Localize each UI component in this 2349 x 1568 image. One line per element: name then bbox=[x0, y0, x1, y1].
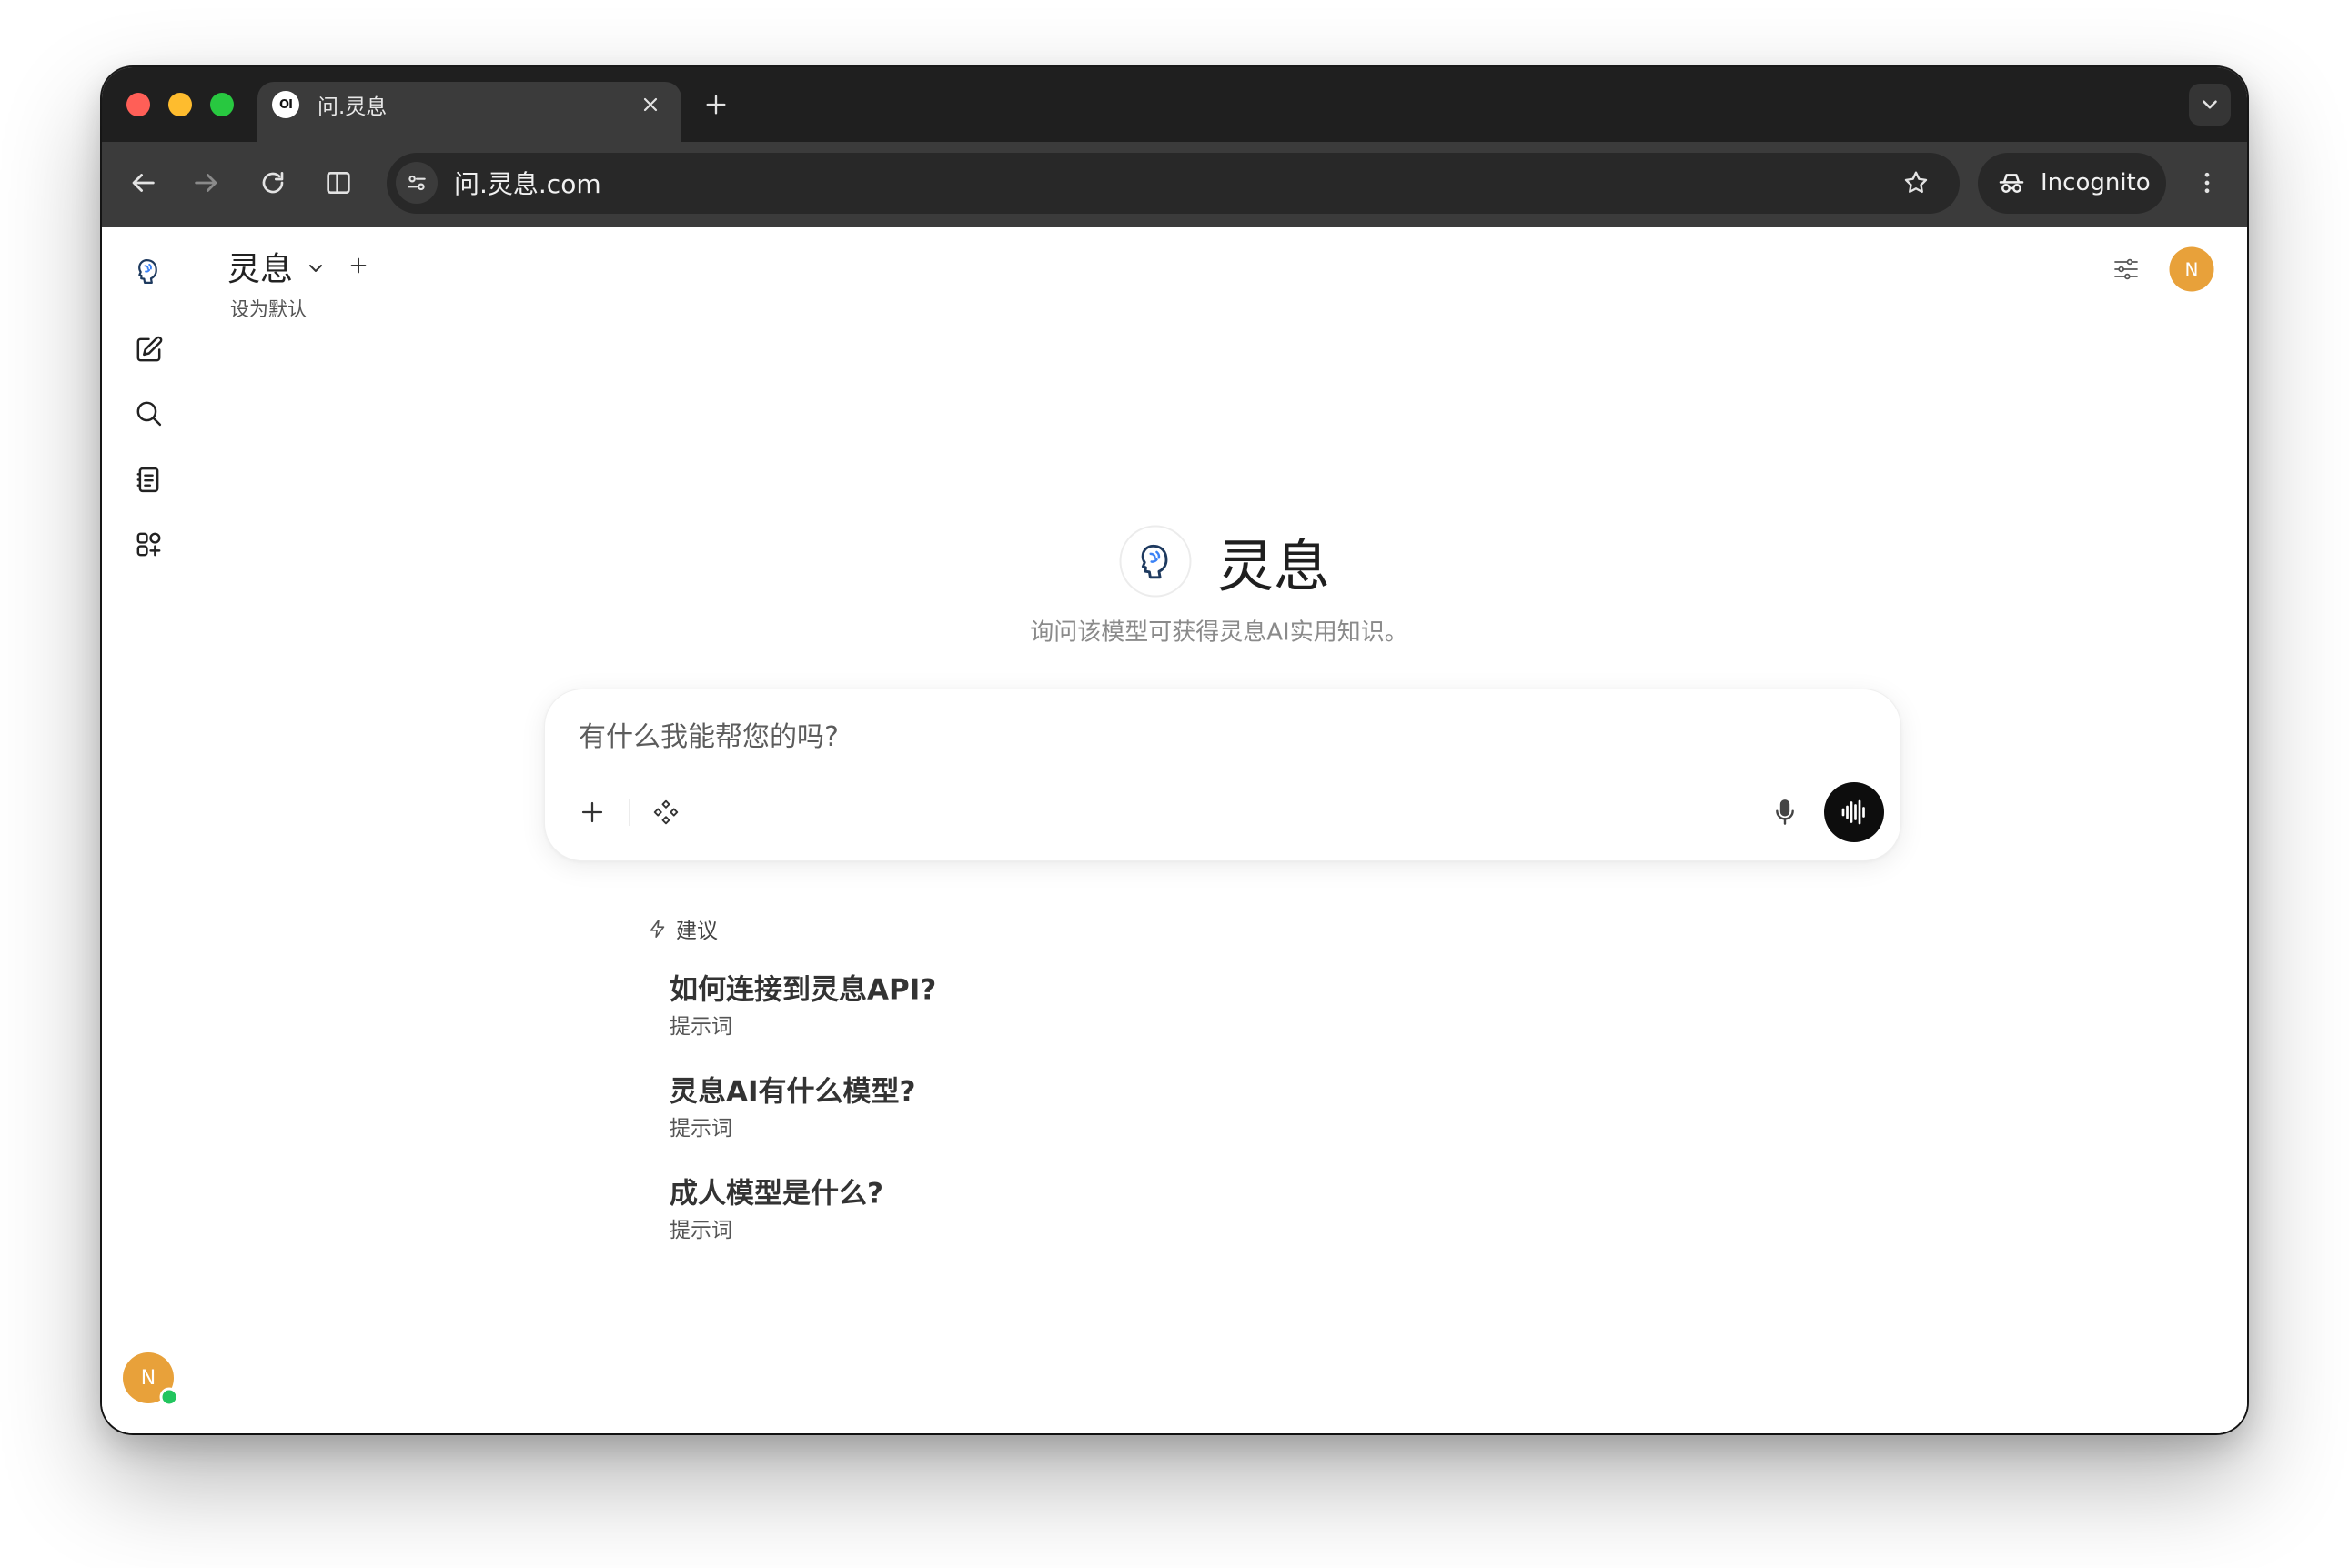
reload-icon[interactable] bbox=[258, 168, 287, 197]
suggestion-title[interactable]: 如何连接到灵息API? bbox=[670, 967, 936, 1008]
message-composer bbox=[544, 689, 1901, 861]
model-selector-dropdown[interactable] bbox=[300, 253, 331, 284]
suggestions-label: 建议 bbox=[676, 920, 718, 943]
url-text[interactable]: 问.灵息.com bbox=[454, 165, 601, 201]
close-icon[interactable] bbox=[640, 94, 661, 116]
suggestion-subtitle[interactable]: 提示词 bbox=[670, 1009, 732, 1040]
chat-controls-button[interactable] bbox=[2103, 246, 2149, 292]
plus-icon[interactable] bbox=[579, 799, 606, 826]
browser-window: OI 问.灵息 问.灵息.com Incognito N 灵息 设为默认 N 灵… bbox=[102, 67, 2247, 1433]
chevron-down-icon[interactable] bbox=[305, 257, 327, 279]
plus-icon[interactable] bbox=[703, 92, 729, 117]
lightning-icon bbox=[650, 920, 665, 938]
model-description: 询问该模型可获得灵息AI实用知识。 bbox=[1030, 618, 1408, 647]
suggestion-subtitle[interactable]: 提示词 bbox=[670, 1212, 732, 1243]
suggestion-subtitle[interactable]: 提示词 bbox=[670, 1111, 732, 1141]
new-tab-button[interactable] bbox=[696, 85, 736, 125]
chevron-down-icon[interactable] bbox=[2198, 93, 2222, 116]
model-selector-label[interactable]: 灵息 bbox=[227, 243, 293, 290]
browser-toolbar: 问.灵息.com Incognito bbox=[102, 142, 2247, 227]
close-window-button[interactable] bbox=[126, 93, 150, 116]
forward-button[interactable] bbox=[182, 158, 231, 207]
tab-title: 问.灵息 bbox=[318, 95, 388, 119]
voice-mode-button[interactable] bbox=[1824, 782, 1884, 842]
tab-favicon: OI bbox=[272, 91, 299, 118]
incognito-label: Incognito bbox=[2041, 169, 2151, 196]
waveform-icon[interactable] bbox=[1838, 796, 1870, 829]
tools-icon[interactable] bbox=[652, 799, 680, 826]
message-input[interactable] bbox=[577, 715, 1854, 759]
split-view-icon[interactable] bbox=[324, 168, 353, 197]
reload-button[interactable] bbox=[248, 158, 297, 207]
active-tab[interactable]: OI 问.灵息 bbox=[257, 82, 681, 142]
search-button[interactable] bbox=[124, 388, 173, 437]
favicon-text: OI bbox=[279, 97, 293, 112]
split-view-button[interactable] bbox=[314, 158, 363, 207]
dictate-button[interactable] bbox=[1762, 789, 1808, 835]
header-user-avatar[interactable]: N bbox=[2169, 246, 2214, 292]
model-logo bbox=[1119, 525, 1192, 598]
browser-menu-button[interactable] bbox=[2187, 158, 2227, 207]
mic-icon[interactable] bbox=[1770, 798, 1800, 827]
set-default-link[interactable]: 设为默认 bbox=[230, 295, 307, 322]
incognito-indicator[interactable]: Incognito bbox=[1978, 153, 2166, 214]
logo-icon[interactable] bbox=[134, 256, 164, 286]
back-button[interactable] bbox=[118, 158, 167, 207]
star-icon[interactable] bbox=[1902, 169, 1930, 196]
forward-arrow-icon[interactable] bbox=[191, 167, 222, 198]
sliders-icon[interactable] bbox=[2112, 255, 2141, 284]
composer-divider bbox=[629, 799, 630, 826]
kebab-menu-icon[interactable] bbox=[2193, 169, 2221, 196]
model-title: 灵息 bbox=[1217, 533, 1331, 599]
attach-button[interactable] bbox=[570, 790, 614, 834]
site-info-icon[interactable] bbox=[405, 171, 428, 195]
tools-button[interactable] bbox=[644, 790, 688, 834]
sidebar-logo-button[interactable] bbox=[126, 248, 171, 294]
new-chat-icon[interactable] bbox=[134, 335, 164, 365]
add-model-button[interactable] bbox=[343, 250, 374, 281]
suggestion-title[interactable]: 成人模型是什么? bbox=[670, 1171, 883, 1211]
tab-close-button[interactable] bbox=[634, 88, 667, 121]
logo-icon bbox=[1141, 544, 1167, 578]
avatar-initial: N bbox=[2184, 258, 2199, 280]
tab-strip: OI 问.灵息 bbox=[102, 67, 2247, 142]
incognito-icon-wrap bbox=[1996, 167, 2027, 198]
tab-search-button[interactable] bbox=[2189, 84, 2231, 126]
workspace-button[interactable] bbox=[124, 519, 173, 568]
avatar-initial: N bbox=[140, 1366, 156, 1390]
maximize-window-button[interactable] bbox=[210, 93, 234, 116]
lightning-icon-wrap bbox=[646, 917, 670, 940]
search-icon[interactable] bbox=[134, 398, 164, 428]
incognito-icon bbox=[1999, 174, 2024, 193]
address-bar[interactable]: 问.灵息.com bbox=[387, 153, 1960, 214]
online-status-dot bbox=[159, 1387, 179, 1407]
workspace-icon[interactable] bbox=[134, 529, 164, 559]
suggestion-title[interactable]: 灵息AI有什么模型? bbox=[670, 1069, 916, 1110]
notes-button[interactable] bbox=[124, 455, 173, 504]
back-arrow-icon[interactable] bbox=[127, 167, 158, 198]
plus-icon[interactable] bbox=[348, 256, 368, 276]
new-chat-button[interactable] bbox=[124, 325, 173, 374]
site-info-button[interactable] bbox=[396, 162, 438, 204]
bookmark-button[interactable] bbox=[1893, 160, 1939, 206]
minimize-window-button[interactable] bbox=[168, 93, 192, 116]
web-page: N 灵息 设为默认 N 灵息 询问该模型可获得灵息AI实用知识。 有什么我能帮您… bbox=[102, 227, 2247, 1433]
notes-icon[interactable] bbox=[134, 465, 164, 495]
